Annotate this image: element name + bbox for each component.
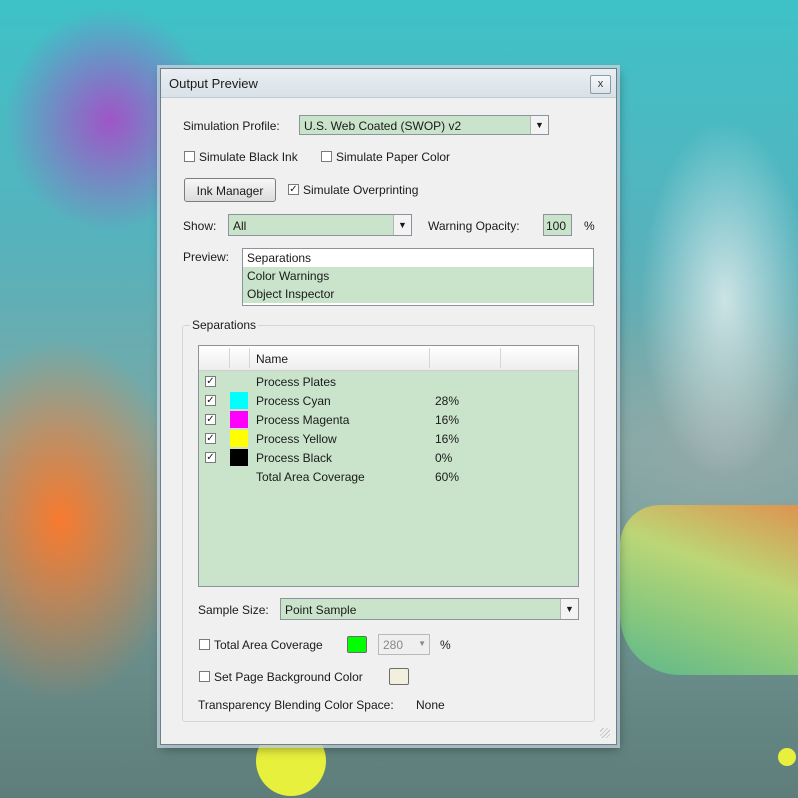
row-percent: 16% xyxy=(435,413,460,427)
row-checkbox[interactable]: ✓ xyxy=(205,376,216,387)
simulation-profile-label: Simulation Profile: xyxy=(183,119,280,133)
resize-grip-icon[interactable] xyxy=(600,728,610,738)
header-divider xyxy=(500,348,501,368)
row-percent: 0% xyxy=(435,451,453,465)
transparency-blending-label: Transparency Blending Color Space: xyxy=(198,698,394,712)
close-icon: x xyxy=(597,78,604,90)
row-name: Process Black xyxy=(256,451,333,465)
row-name: Process Plates xyxy=(256,375,337,389)
row-name: Total Area Coverage xyxy=(256,470,365,484)
show-select[interactable]: All ▼ xyxy=(228,214,412,236)
preview-option-object-inspector[interactable]: Object Inspector xyxy=(243,285,593,303)
checkmark-icon: ✓ xyxy=(289,184,298,195)
logo-dot xyxy=(778,748,796,766)
table-row[interactable]: ✓ Process Black 0% xyxy=(199,448,578,467)
separations-table[interactable]: Name ✓ Process Plates ✓ Process Cyan 28%… xyxy=(198,345,579,587)
total-area-coverage-value: 280 xyxy=(383,638,404,652)
row-name: Process Cyan xyxy=(256,394,331,408)
chevron-down-icon: ▼ xyxy=(530,116,548,134)
warning-opacity-unit: % xyxy=(584,219,595,233)
row-percent: 28% xyxy=(435,394,460,408)
simulation-profile-value: U.S. Web Coated (SWOP) v2 xyxy=(304,119,462,133)
header-divider xyxy=(429,348,430,368)
background-surfboard xyxy=(620,505,798,675)
total-area-coverage-unit: % xyxy=(440,638,451,652)
title-bar[interactable]: Output Preview x xyxy=(161,69,616,98)
cyan-swatch xyxy=(230,392,248,409)
table-row[interactable]: ✓ Process Yellow 16% xyxy=(199,429,578,448)
total-area-coverage-label: Total Area Coverage xyxy=(214,638,323,652)
row-checkbox[interactable]: ✓ xyxy=(205,395,216,406)
row-name: Process Magenta xyxy=(256,413,350,427)
row-checkbox[interactable]: ✓ xyxy=(205,414,216,425)
preview-option-separations[interactable]: Separations xyxy=(243,249,593,267)
total-area-coverage-color-button[interactable] xyxy=(347,636,367,653)
warning-opacity-input[interactable]: 100 xyxy=(543,214,572,236)
simulation-profile-select[interactable]: U.S. Web Coated (SWOP) v2 ▼ xyxy=(299,115,549,135)
sample-size-select[interactable]: Point Sample ▼ xyxy=(280,598,579,620)
transparency-blending-value: None xyxy=(416,698,445,712)
page-background-color-button[interactable] xyxy=(389,668,409,685)
checkmark-icon: ✓ xyxy=(206,452,215,463)
black-swatch xyxy=(230,449,248,466)
header-divider xyxy=(249,348,250,368)
header-divider xyxy=(229,348,230,368)
simulate-paper-color-checkbox[interactable] xyxy=(321,151,332,162)
simulate-black-ink-label: Simulate Black Ink xyxy=(199,150,298,164)
close-button[interactable]: x xyxy=(590,75,611,94)
simulate-overprinting-checkbox[interactable]: ✓ xyxy=(288,184,299,195)
show-value: All xyxy=(233,219,247,233)
checkmark-icon: ✓ xyxy=(206,395,215,406)
dialog-title: Output Preview xyxy=(169,76,258,91)
simulate-paper-color-label: Simulate Paper Color xyxy=(336,150,451,164)
page-background-label: Set Page Background Color xyxy=(214,670,363,684)
yellow-swatch xyxy=(230,430,248,447)
warning-opacity-label: Warning Opacity: xyxy=(428,219,520,233)
sample-size-label: Sample Size: xyxy=(198,603,269,617)
row-percent: 16% xyxy=(435,432,460,446)
checkmark-icon: ✓ xyxy=(206,414,215,425)
table-row[interactable]: Total Area Coverage 60% xyxy=(199,467,578,486)
column-header-name[interactable]: Name xyxy=(256,352,288,366)
row-percent: 60% xyxy=(435,470,460,484)
preview-label: Preview: xyxy=(183,250,230,264)
row-checkbox[interactable]: ✓ xyxy=(205,433,216,444)
chevron-down-icon: ▼ xyxy=(418,639,426,648)
warning-opacity-value: 100 xyxy=(546,219,567,233)
total-area-coverage-checkbox[interactable] xyxy=(199,639,210,650)
row-checkbox[interactable]: ✓ xyxy=(205,452,216,463)
chevron-down-icon: ▼ xyxy=(393,215,411,235)
chevron-down-icon: ▼ xyxy=(560,599,578,619)
checkmark-icon: ✓ xyxy=(206,376,215,387)
preview-option-color-warnings[interactable]: Color Warnings xyxy=(243,267,593,285)
background-water-foam xyxy=(640,120,798,480)
ink-manager-label: Ink Manager xyxy=(196,184,264,198)
show-label: Show: xyxy=(183,219,217,233)
simulate-black-ink-checkbox[interactable] xyxy=(184,151,195,162)
separations-group-label: Separations xyxy=(190,318,259,332)
preview-listbox[interactable]: Separations Color Warnings Object Inspec… xyxy=(242,248,594,306)
table-row[interactable]: ✓ Process Cyan 28% xyxy=(199,391,578,410)
row-name: Process Yellow xyxy=(256,432,337,446)
table-header: Name xyxy=(199,346,578,371)
table-row[interactable]: ✓ Process Plates xyxy=(199,372,578,391)
page-background-checkbox[interactable] xyxy=(199,671,210,682)
checkmark-icon: ✓ xyxy=(206,433,215,444)
magenta-swatch xyxy=(230,411,248,428)
simulate-overprinting-label: Simulate Overprinting xyxy=(303,183,419,197)
total-area-coverage-spinner[interactable]: 280 ▼ xyxy=(378,634,430,655)
sample-size-value: Point Sample xyxy=(285,603,357,617)
table-row[interactable]: ✓ Process Magenta 16% xyxy=(199,410,578,429)
ink-manager-button[interactable]: Ink Manager xyxy=(184,178,276,202)
